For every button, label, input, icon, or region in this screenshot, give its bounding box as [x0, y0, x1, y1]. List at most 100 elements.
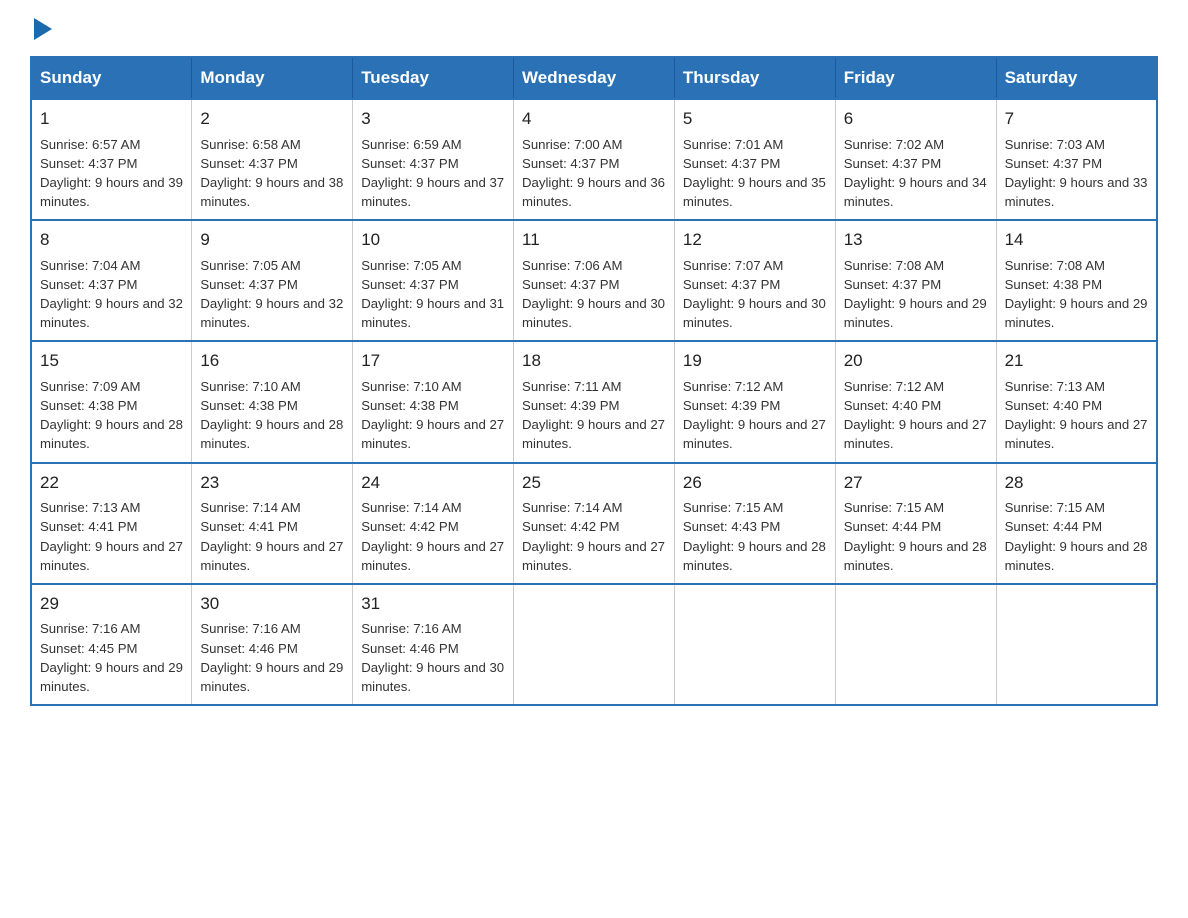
day-info: Sunrise: 7:06 AMSunset: 4:37 PMDaylight:… — [522, 256, 666, 333]
day-number: 6 — [844, 107, 988, 132]
day-info: Sunrise: 7:02 AMSunset: 4:37 PMDaylight:… — [844, 135, 988, 212]
day-info: Sunrise: 7:01 AMSunset: 4:37 PMDaylight:… — [683, 135, 827, 212]
column-header-thursday: Thursday — [674, 57, 835, 99]
day-info: Sunrise: 7:11 AMSunset: 4:39 PMDaylight:… — [522, 377, 666, 454]
calendar-day-cell: 11 Sunrise: 7:06 AMSunset: 4:37 PMDayligh… — [514, 220, 675, 341]
day-number: 16 — [200, 349, 344, 374]
column-header-tuesday: Tuesday — [353, 57, 514, 99]
day-number: 12 — [683, 228, 827, 253]
day-number: 13 — [844, 228, 988, 253]
day-number: 2 — [200, 107, 344, 132]
calendar-day-cell: 15 Sunrise: 7:09 AMSunset: 4:38 PMDayligh… — [31, 341, 192, 462]
day-number: 4 — [522, 107, 666, 132]
calendar-week-row: 8 Sunrise: 7:04 AMSunset: 4:37 PMDaylight… — [31, 220, 1157, 341]
page-header — [30, 20, 1158, 38]
calendar-empty-cell — [674, 584, 835, 705]
calendar-day-cell: 2 Sunrise: 6:58 AMSunset: 4:37 PMDaylight… — [192, 99, 353, 220]
column-header-sunday: Sunday — [31, 57, 192, 99]
day-info: Sunrise: 7:08 AMSunset: 4:38 PMDaylight:… — [1005, 256, 1148, 333]
calendar-week-row: 29Sunrise: 7:16 AMSunset: 4:45 PMDayligh… — [31, 584, 1157, 705]
calendar-day-cell: 29Sunrise: 7:16 AMSunset: 4:45 PMDayligh… — [31, 584, 192, 705]
calendar-day-cell: 30Sunrise: 7:16 AMSunset: 4:46 PMDayligh… — [192, 584, 353, 705]
day-number: 3 — [361, 107, 505, 132]
calendar-empty-cell — [514, 584, 675, 705]
day-number: 9 — [200, 228, 344, 253]
logo — [30, 20, 52, 38]
calendar-day-cell: 1Sunrise: 6:57 AMSunset: 4:37 PMDaylight… — [31, 99, 192, 220]
column-header-wednesday: Wednesday — [514, 57, 675, 99]
calendar-day-cell: 9 Sunrise: 7:05 AMSunset: 4:37 PMDaylight… — [192, 220, 353, 341]
day-info: Sunrise: 7:03 AMSunset: 4:37 PMDaylight:… — [1005, 135, 1148, 212]
day-number: 27 — [844, 471, 988, 496]
day-info: Sunrise: 7:07 AMSunset: 4:37 PMDaylight:… — [683, 256, 827, 333]
day-info: Sunrise: 7:13 AMSunset: 4:41 PMDaylight:… — [40, 498, 183, 575]
calendar-week-row: 15 Sunrise: 7:09 AMSunset: 4:38 PMDayligh… — [31, 341, 1157, 462]
calendar-day-cell: 22Sunrise: 7:13 AMSunset: 4:41 PMDayligh… — [31, 463, 192, 584]
day-number: 29 — [40, 592, 183, 617]
day-number: 21 — [1005, 349, 1148, 374]
calendar-day-cell: 24Sunrise: 7:14 AMSunset: 4:42 PMDayligh… — [353, 463, 514, 584]
day-info: Sunrise: 7:13 AMSunset: 4:40 PMDaylight:… — [1005, 377, 1148, 454]
day-number: 30 — [200, 592, 344, 617]
day-info: Sunrise: 7:16 AMSunset: 4:45 PMDaylight:… — [40, 619, 183, 696]
calendar-day-cell: 26Sunrise: 7:15 AMSunset: 4:43 PMDayligh… — [674, 463, 835, 584]
day-info: Sunrise: 7:14 AMSunset: 4:41 PMDaylight:… — [200, 498, 344, 575]
calendar-day-cell: 31Sunrise: 7:16 AMSunset: 4:46 PMDayligh… — [353, 584, 514, 705]
calendar-day-cell: 5 Sunrise: 7:01 AMSunset: 4:37 PMDaylight… — [674, 99, 835, 220]
day-info: Sunrise: 7:09 AMSunset: 4:38 PMDaylight:… — [40, 377, 183, 454]
column-header-monday: Monday — [192, 57, 353, 99]
calendar-day-cell: 12 Sunrise: 7:07 AMSunset: 4:37 PMDayligh… — [674, 220, 835, 341]
day-info: Sunrise: 7:15 AMSunset: 4:43 PMDaylight:… — [683, 498, 827, 575]
day-number: 5 — [683, 107, 827, 132]
day-info: Sunrise: 7:05 AMSunset: 4:37 PMDaylight:… — [200, 256, 344, 333]
day-info: Sunrise: 7:00 AMSunset: 4:37 PMDaylight:… — [522, 135, 666, 212]
day-number: 22 — [40, 471, 183, 496]
calendar-day-cell: 3 Sunrise: 6:59 AMSunset: 4:37 PMDaylight… — [353, 99, 514, 220]
calendar-header-row: SundayMondayTuesdayWednesdayThursdayFrid… — [31, 57, 1157, 99]
day-number: 1 — [40, 107, 183, 132]
calendar-day-cell: 18 Sunrise: 7:11 AMSunset: 4:39 PMDayligh… — [514, 341, 675, 462]
calendar-day-cell: 25Sunrise: 7:14 AMSunset: 4:42 PMDayligh… — [514, 463, 675, 584]
calendar-day-cell: 7 Sunrise: 7:03 AMSunset: 4:37 PMDaylight… — [996, 99, 1157, 220]
day-info: Sunrise: 7:04 AMSunset: 4:37 PMDaylight:… — [40, 256, 183, 333]
calendar-day-cell: 6 Sunrise: 7:02 AMSunset: 4:37 PMDaylight… — [835, 99, 996, 220]
logo-triangle-icon — [34, 18, 52, 40]
day-info: Sunrise: 7:15 AMSunset: 4:44 PMDaylight:… — [1005, 498, 1148, 575]
calendar-empty-cell — [835, 584, 996, 705]
day-number: 26 — [683, 471, 827, 496]
day-number: 7 — [1005, 107, 1148, 132]
day-info: Sunrise: 6:59 AMSunset: 4:37 PMDaylight:… — [361, 135, 505, 212]
calendar-day-cell: 16 Sunrise: 7:10 AMSunset: 4:38 PMDayligh… — [192, 341, 353, 462]
day-number: 11 — [522, 228, 666, 253]
calendar-day-cell: 28Sunrise: 7:15 AMSunset: 4:44 PMDayligh… — [996, 463, 1157, 584]
day-info: Sunrise: 7:10 AMSunset: 4:38 PMDaylight:… — [200, 377, 344, 454]
calendar-day-cell: 8 Sunrise: 7:04 AMSunset: 4:37 PMDaylight… — [31, 220, 192, 341]
column-header-saturday: Saturday — [996, 57, 1157, 99]
day-number: 15 — [40, 349, 183, 374]
day-number: 28 — [1005, 471, 1148, 496]
day-number: 18 — [522, 349, 666, 374]
column-header-friday: Friday — [835, 57, 996, 99]
day-number: 10 — [361, 228, 505, 253]
day-info: Sunrise: 7:05 AMSunset: 4:37 PMDaylight:… — [361, 256, 505, 333]
calendar-week-row: 1Sunrise: 6:57 AMSunset: 4:37 PMDaylight… — [31, 99, 1157, 220]
calendar-day-cell: 10 Sunrise: 7:05 AMSunset: 4:37 PMDayligh… — [353, 220, 514, 341]
day-info: Sunrise: 7:10 AMSunset: 4:38 PMDaylight:… — [361, 377, 505, 454]
calendar-day-cell: 21 Sunrise: 7:13 AMSunset: 4:40 PMDayligh… — [996, 341, 1157, 462]
day-number: 17 — [361, 349, 505, 374]
calendar-day-cell: 19Sunrise: 7:12 AMSunset: 4:39 PMDayligh… — [674, 341, 835, 462]
calendar-day-cell: 23Sunrise: 7:14 AMSunset: 4:41 PMDayligh… — [192, 463, 353, 584]
day-number: 8 — [40, 228, 183, 253]
calendar-empty-cell — [996, 584, 1157, 705]
calendar-day-cell: 4 Sunrise: 7:00 AMSunset: 4:37 PMDaylight… — [514, 99, 675, 220]
day-info: Sunrise: 7:14 AMSunset: 4:42 PMDaylight:… — [361, 498, 505, 575]
day-number: 14 — [1005, 228, 1148, 253]
calendar-day-cell: 14 Sunrise: 7:08 AMSunset: 4:38 PMDayligh… — [996, 220, 1157, 341]
calendar-table: SundayMondayTuesdayWednesdayThursdayFrid… — [30, 56, 1158, 706]
day-info: Sunrise: 7:15 AMSunset: 4:44 PMDaylight:… — [844, 498, 988, 575]
day-info: Sunrise: 7:16 AMSunset: 4:46 PMDaylight:… — [361, 619, 505, 696]
day-info: Sunrise: 7:12 AMSunset: 4:40 PMDaylight:… — [844, 377, 988, 454]
day-number: 25 — [522, 471, 666, 496]
day-number: 19 — [683, 349, 827, 374]
day-info: Sunrise: 6:58 AMSunset: 4:37 PMDaylight:… — [200, 135, 344, 212]
